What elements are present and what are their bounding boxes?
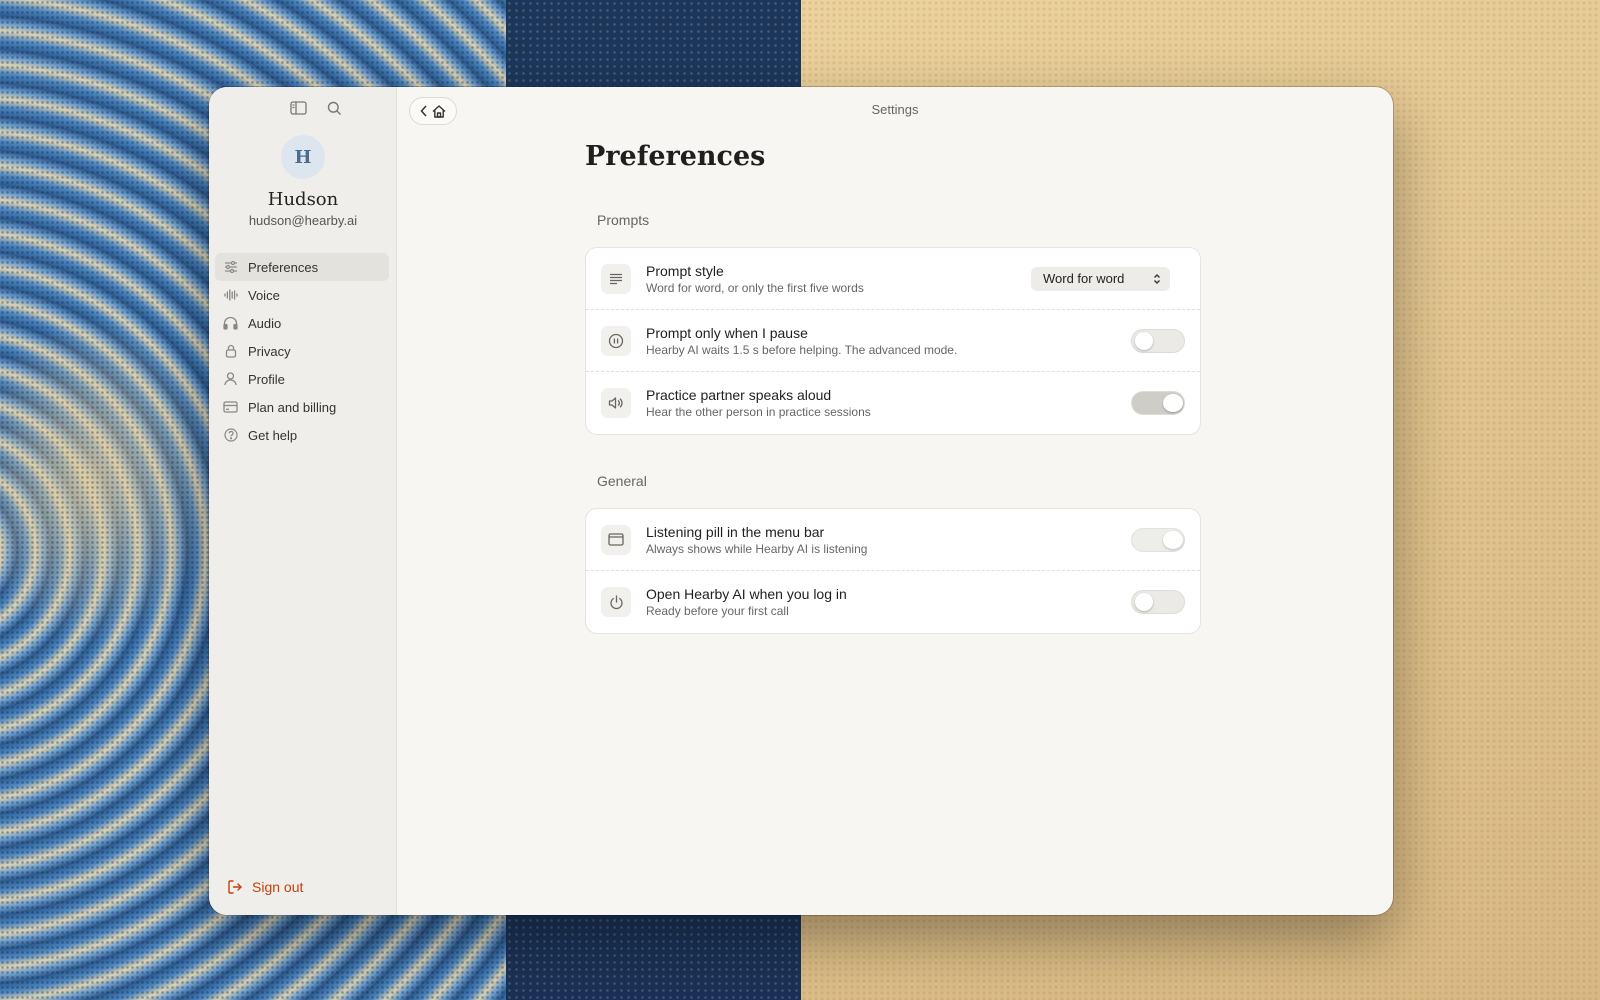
setting-row-prompt-only-when-pause: Prompt only when I pause Hearby AI waits…	[586, 310, 1200, 372]
lock-icon	[223, 344, 238, 359]
sidebar: H Hudson hudson@hearby.ai Preferences Vo…	[209, 87, 397, 915]
sidebar-item-label: Get help	[248, 427, 298, 443]
setting-row-listening-pill: Listening pill in the menu bar Always sh…	[586, 509, 1200, 571]
setting-description: Ready before your first call	[646, 604, 789, 618]
listening-pill-toggle[interactable]	[1131, 527, 1185, 552]
settings-content: Settings Preferences Prompts Prompt styl…	[397, 87, 1393, 915]
sidebar-item-get-help[interactable]: Get help	[215, 421, 389, 449]
prompt-only-when-pause-toggle[interactable]	[1131, 328, 1185, 353]
setting-description: Hearby AI waits 1.5 s before helping. Th…	[646, 342, 958, 357]
setting-description: Hear the other person in practice sessio…	[646, 405, 871, 419]
sidebar-item-voice[interactable]: Voice	[215, 281, 389, 309]
settings-window: H Hudson hudson@hearby.ai Preferences Vo…	[209, 87, 1393, 915]
open-at-login-toggle[interactable]	[1131, 590, 1185, 614]
window-title: Settings	[871, 102, 919, 117]
sidebar-toolbar	[287, 97, 345, 119]
sidebar-item-audio[interactable]: Audio	[215, 309, 389, 337]
sidebar-toggle-icon[interactable]	[287, 97, 309, 119]
credit-card-icon	[223, 400, 238, 415]
user-email: hudson@hearby.ai	[248, 213, 358, 228]
person-icon	[223, 372, 238, 387]
sidebar-item-label: Preferences	[248, 259, 319, 275]
power-icon	[601, 587, 631, 617]
sidebar-item-preferences[interactable]: Preferences	[215, 253, 389, 281]
setting-title: Listening pill in the menu bar	[646, 523, 825, 540]
practice-partner-speaks-toggle[interactable]	[1131, 391, 1185, 415]
waveform-icon	[223, 288, 238, 303]
toggle-knob	[1135, 331, 1153, 350]
setting-title: Practice partner speaks aloud	[646, 387, 832, 403]
sign-out-icon	[227, 879, 243, 895]
section-label-general: General	[597, 473, 647, 489]
toggle-knob	[1163, 394, 1183, 412]
sign-out-label: Sign out	[252, 879, 304, 895]
avatar[interactable]: H	[281, 135, 325, 179]
setting-row-open-at-login: Open Hearby AI when you log in Ready bef…	[586, 571, 1200, 633]
sidebar-item-plan-and-billing[interactable]: Plan and billing	[215, 393, 389, 421]
sidebar-item-label: Voice	[248, 287, 280, 303]
toggle-knob	[1135, 593, 1153, 611]
sidebar-item-label: Audio	[248, 315, 282, 331]
user-name: Hudson	[267, 189, 339, 210]
section-label-prompts: Prompts	[597, 212, 650, 228]
chevron-up-down-icon	[1153, 273, 1161, 285]
pause-circle-icon	[601, 325, 631, 356]
sliders-icon	[223, 260, 238, 275]
setting-description: Always shows while Hearby AI is listenin…	[646, 541, 868, 556]
sidebar-item-label: Profile	[248, 371, 285, 387]
setting-description: Word for word, or only the first five wo…	[646, 280, 864, 295]
setting-row-practice-partner-speaks: Practice partner speaks aloud Hear the o…	[586, 372, 1200, 434]
sidebar-nav: Preferences Voice Audio Privacy Profile …	[215, 253, 389, 449]
setting-title: Open Hearby AI when you log in	[646, 586, 847, 602]
page-title: Preferences	[585, 141, 766, 172]
select-value: Word for word	[1043, 271, 1125, 286]
setting-title: Prompt only when I pause	[646, 324, 808, 341]
sidebar-item-label: Privacy	[248, 343, 291, 359]
search-icon[interactable]	[323, 97, 345, 119]
help-circle-icon	[223, 428, 238, 443]
general-card: Listening pill in the menu bar Always sh…	[585, 508, 1201, 634]
setting-title: Prompt style	[646, 262, 724, 279]
window-icon	[601, 524, 631, 555]
sidebar-item-privacy[interactable]: Privacy	[215, 337, 389, 365]
toggle-knob	[1163, 530, 1183, 549]
prompt-style-select[interactable]: Word for word	[1031, 266, 1170, 291]
speaker-icon	[601, 388, 631, 418]
prompts-card: Prompt style Word for word, or only the …	[585, 247, 1201, 435]
sidebar-item-label: Plan and billing	[248, 399, 337, 415]
sidebar-item-profile[interactable]: Profile	[215, 365, 389, 393]
setting-row-prompt-style: Prompt style Word for word, or only the …	[586, 248, 1200, 310]
headphones-icon	[223, 316, 238, 331]
text-lines-icon	[601, 263, 631, 294]
sign-out-button[interactable]: Sign out	[227, 879, 303, 895]
